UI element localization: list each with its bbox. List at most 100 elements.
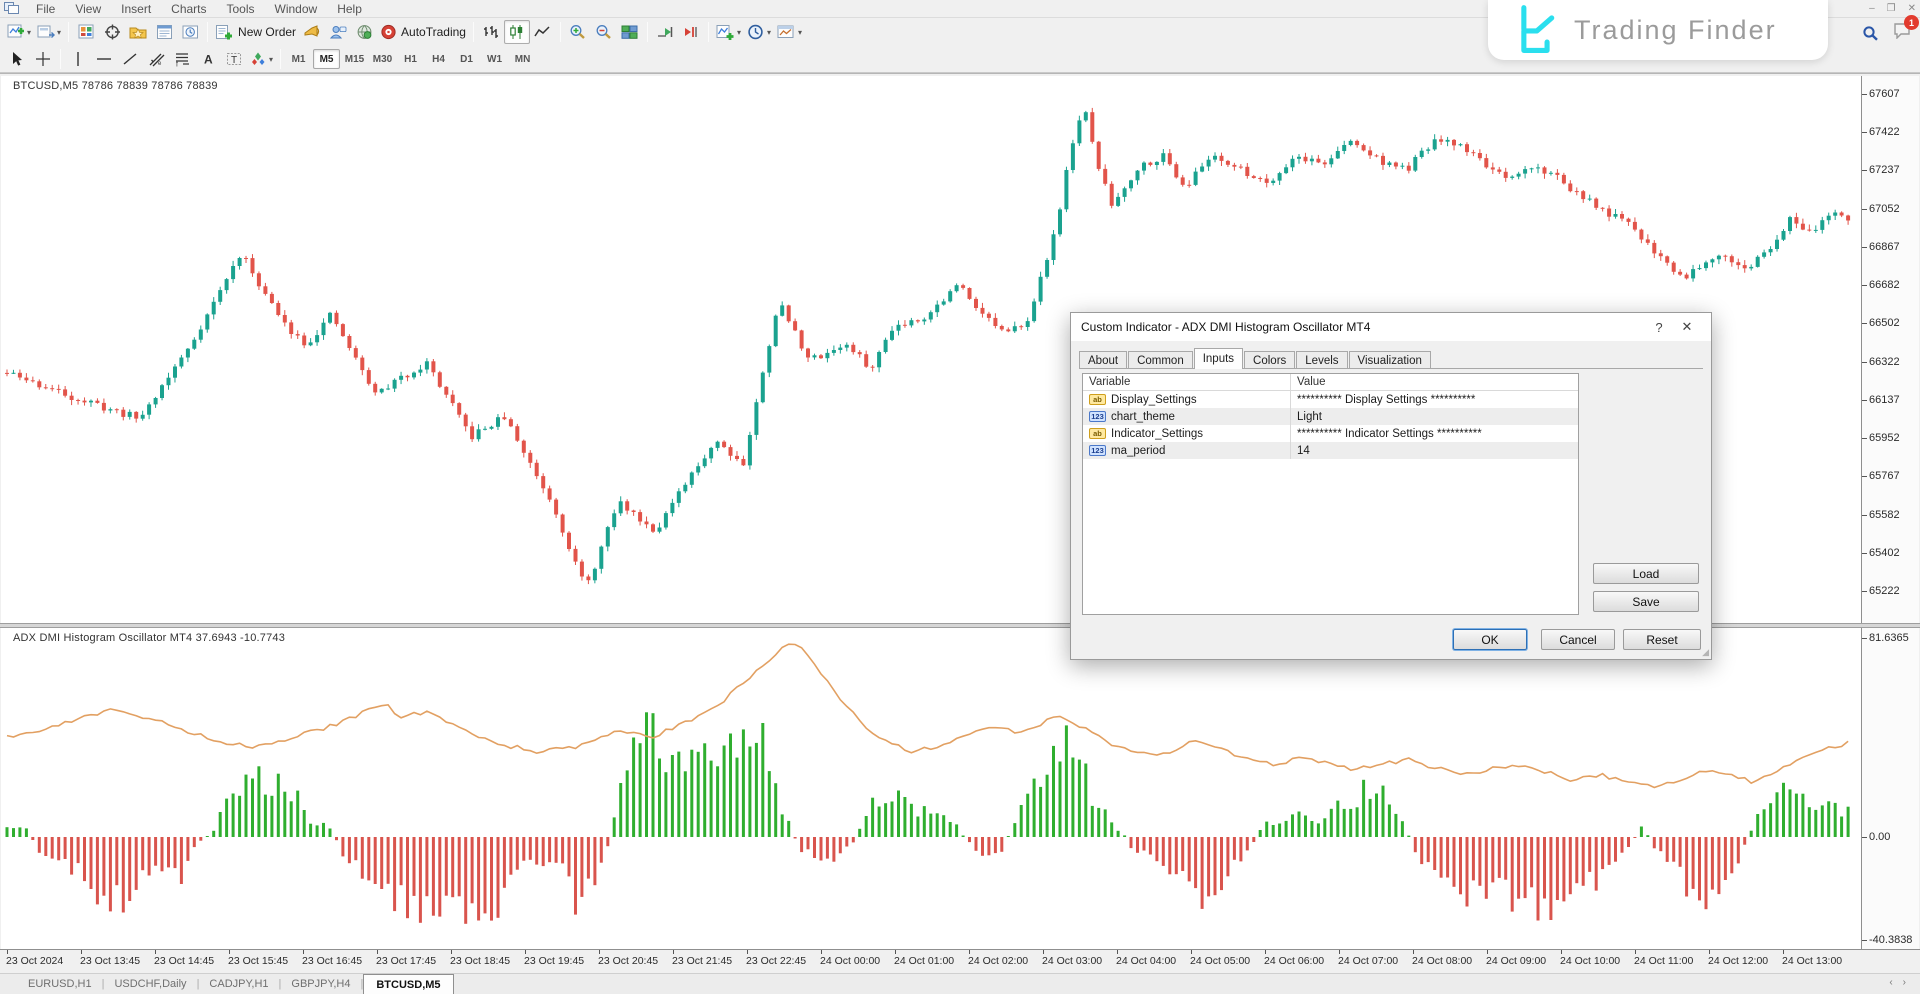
tab-scroll-right-icon[interactable]: › <box>1903 977 1906 988</box>
trendline-button[interactable] <box>117 47 143 71</box>
time-label: 23 Oct 18:45 <box>450 955 510 967</box>
parameter-value-cell[interactable]: ********** Indicator Settings ********** <box>1290 425 1578 442</box>
new-chart-button[interactable]: ▾ <box>4 20 34 44</box>
parameter-value-cell[interactable]: ********** Display Settings ********** <box>1290 391 1578 408</box>
dialog-title-bar[interactable]: Custom Indicator - ADX DMI Histogram Osc… <box>1071 313 1711 341</box>
equidistant-channel-button[interactable]: e <box>143 47 169 71</box>
candlestick-mode-button[interactable] <box>504 20 530 44</box>
alerts-button[interactable] <box>299 20 325 44</box>
text-button[interactable]: A <box>195 47 221 71</box>
data-window-icon <box>156 24 173 40</box>
price-tick <box>1862 438 1867 439</box>
menu-item-charts[interactable]: Charts <box>161 1 216 17</box>
dialog-help-button[interactable]: ? <box>1645 316 1673 338</box>
timeframe-mn[interactable]: MN <box>509 49 536 69</box>
parameter-row[interactable]: abDisplay_Settings********** Display Set… <box>1083 391 1578 408</box>
community-button[interactable] <box>325 20 351 44</box>
chart-tab-btcusd-m5[interactable]: BTCUSD,M5 <box>363 974 453 994</box>
price-axis[interactable]: 6760767422672376705266867666826650266322… <box>1861 76 1919 623</box>
market-watch-button[interactable] <box>73 20 99 44</box>
menu-item-view[interactable]: View <box>65 1 111 17</box>
text-label-button[interactable]: T <box>221 47 247 71</box>
new-order-button[interactable]: New Order <box>212 20 299 44</box>
tile-windows-button[interactable] <box>617 20 643 44</box>
timeframe-m1[interactable]: M1 <box>285 49 312 69</box>
profiles-button[interactable]: ▾ <box>34 20 64 44</box>
terminal-button[interactable] <box>177 20 203 44</box>
timeframe-h4[interactable]: H4 <box>425 49 452 69</box>
parameter-row[interactable]: 123chart_themeLight <box>1083 408 1578 425</box>
dialog-tab-inputs[interactable]: Inputs <box>1194 348 1243 369</box>
periods-button[interactable]: ▾ <box>744 20 774 44</box>
timeframe-m5[interactable]: M5 <box>313 49 340 69</box>
arrows-button[interactable]: ▾ <box>247 47 276 71</box>
menu-item-tools[interactable]: Tools <box>217 1 265 17</box>
tab-scroll-left-icon[interactable]: ‹ <box>1889 977 1892 988</box>
menu-item-help[interactable]: Help <box>327 1 372 17</box>
auto-scroll-button[interactable] <box>652 20 678 44</box>
restore-button[interactable]: ❐ <box>1887 3 1896 14</box>
ok-button[interactable]: OK <box>1453 629 1527 650</box>
line-chart-icon <box>534 24 551 40</box>
zoom-in-button[interactable] <box>565 20 591 44</box>
menu-item-file[interactable]: File <box>26 1 65 17</box>
crosshair-window-button[interactable] <box>99 20 125 44</box>
indicator-axis[interactable]: 81.63650.00-40.3838 <box>1861 628 1919 949</box>
tile-windows-icon <box>621 24 638 40</box>
indicator-panel[interactable]: ADX DMI Histogram Oscillator MT4 37.6943… <box>1 628 1861 949</box>
line-chart-mode-button[interactable] <box>530 20 556 44</box>
vertical-line-button[interactable] <box>65 47 91 71</box>
timeframe-m30[interactable]: M30 <box>369 49 396 69</box>
load-button[interactable]: Load <box>1593 563 1699 584</box>
timeframe-m15[interactable]: M15 <box>341 49 368 69</box>
chart-tab-gbpjpy-h4[interactable]: GBPJPY,H4 <box>281 976 360 992</box>
market-button[interactable] <box>351 20 377 44</box>
cancel-button[interactable]: Cancel <box>1541 629 1615 650</box>
parameter-name-cell: 123chart_theme <box>1083 411 1290 423</box>
chart-tab-eurusd-h1[interactable]: EURUSD,H1 <box>18 976 102 992</box>
horizontal-line-button[interactable] <box>91 47 117 71</box>
menu-item-window[interactable]: Window <box>265 1 328 17</box>
zoom-out-button[interactable] <box>591 20 617 44</box>
vertical-line-icon <box>71 51 85 67</box>
parameter-value-cell[interactable]: 14 <box>1290 442 1578 459</box>
reset-button[interactable]: Reset <box>1623 629 1701 650</box>
data-window-button[interactable] <box>151 20 177 44</box>
chart-tab-cadjpy-h1[interactable]: CADJPY,H1 <box>199 976 278 992</box>
time-axis[interactable]: 23 Oct 202423 Oct 13:4523 Oct 14:4523 Oc… <box>0 949 1920 973</box>
dialog-tab-colors[interactable]: Colors <box>1244 351 1295 369</box>
time-label: 24 Oct 05:00 <box>1190 955 1250 967</box>
cursor-button[interactable] <box>4 47 30 71</box>
indicators-button[interactable]: ▾ <box>713 20 744 44</box>
dialog-tab-levels[interactable]: Levels <box>1296 351 1347 369</box>
parameters-table[interactable]: VariableValueabDisplay_Settings*********… <box>1082 373 1579 615</box>
bar-chart-mode-button[interactable] <box>478 20 504 44</box>
timeframe-h1[interactable]: H1 <box>397 49 424 69</box>
header-value: Value <box>1290 374 1578 390</box>
menu-item-insert[interactable]: Insert <box>111 1 161 17</box>
dialog-tab-visualization[interactable]: Visualization <box>1349 351 1431 369</box>
parameter-row[interactable]: abIndicator_Settings********** Indicator… <box>1083 425 1578 442</box>
minimize-button[interactable]: – <box>1869 3 1875 14</box>
dialog-tab-about[interactable]: About <box>1079 351 1127 369</box>
dialog-tab-common[interactable]: Common <box>1128 351 1193 369</box>
parameter-value-cell[interactable]: Light <box>1290 408 1578 425</box>
timeframe-d1[interactable]: D1 <box>453 49 480 69</box>
resize-grip[interactable]: ◢ <box>1702 647 1709 658</box>
adx-dmi-histogram-chart[interactable] <box>1 628 1861 949</box>
dialog-close-button[interactable]: ✕ <box>1673 316 1701 338</box>
crosshair-button[interactable] <box>30 47 56 71</box>
parameter-row[interactable]: 123ma_period14 <box>1083 442 1578 459</box>
search-icon[interactable] <box>1862 25 1879 42</box>
timeframe-w1[interactable]: W1 <box>481 49 508 69</box>
fibonacci-button[interactable]: f <box>169 47 195 71</box>
save-button[interactable]: Save <box>1593 591 1699 612</box>
navigator-button[interactable] <box>125 20 151 44</box>
time-label: 24 Oct 09:00 <box>1486 955 1546 967</box>
templates-button[interactable]: ▾ <box>774 20 805 44</box>
autotrading-button[interactable]: AutoTrading <box>377 20 469 44</box>
chart-tab-usdchf-daily[interactable]: USDCHF,Daily <box>104 976 196 992</box>
chat-button[interactable]: 1 <box>1893 22 1912 44</box>
chart-shift-button[interactable] <box>678 20 704 44</box>
close-button[interactable]: ✕ <box>1908 3 1916 14</box>
